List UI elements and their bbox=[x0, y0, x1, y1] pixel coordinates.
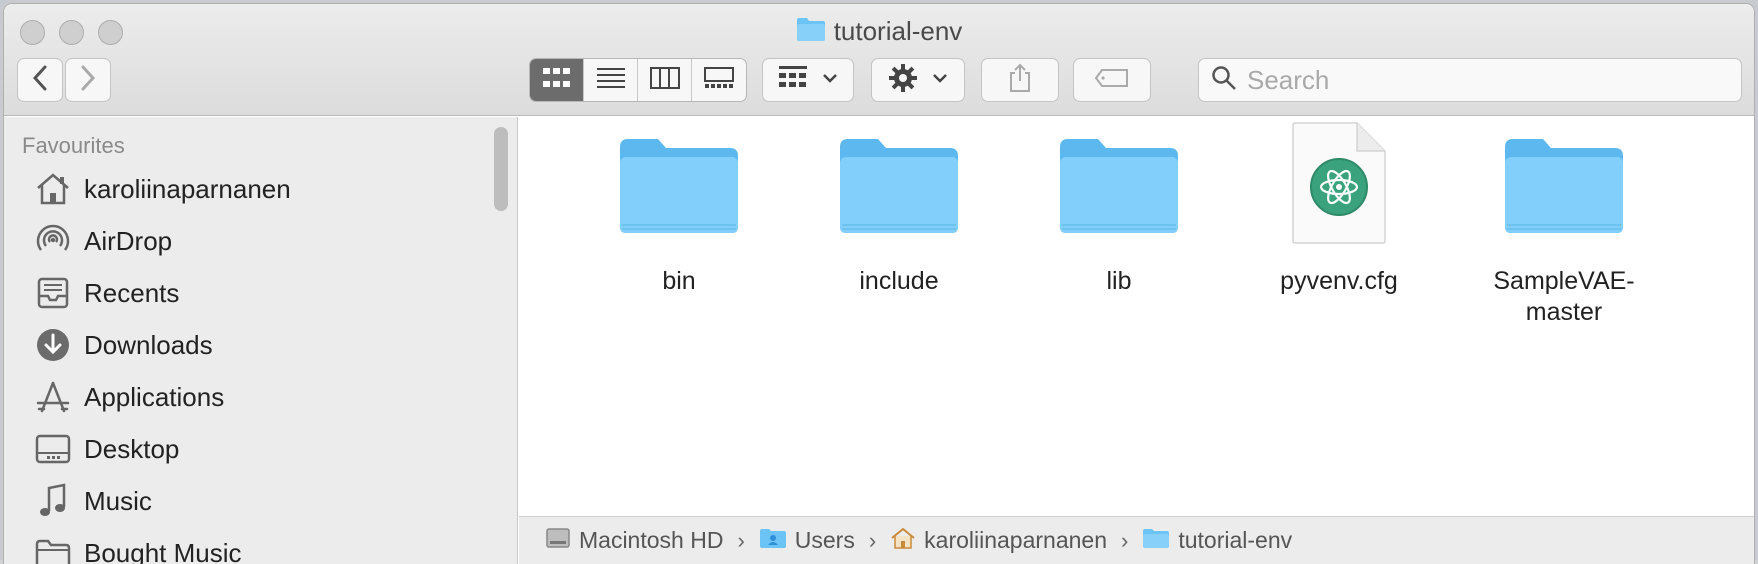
music-icon bbox=[34, 482, 72, 520]
sidebar-item-label: Music bbox=[84, 486, 152, 517]
sidebar-item-label: Recents bbox=[84, 278, 179, 309]
path-crumb-home[interactable]: karoliinaparnanen bbox=[890, 526, 1107, 556]
applications-icon bbox=[34, 378, 72, 416]
recents-icon bbox=[34, 274, 72, 312]
sidebar-item-label: Downloads bbox=[84, 330, 213, 361]
folder-icon bbox=[796, 16, 826, 47]
list-view-button[interactable] bbox=[584, 59, 638, 101]
file-item-name: lib bbox=[1106, 266, 1131, 297]
back-button[interactable] bbox=[17, 58, 63, 102]
share-icon bbox=[1007, 63, 1033, 98]
sidebar-item-label: Desktop bbox=[84, 434, 179, 465]
path-crumb-label: karoliinaparnanen bbox=[924, 527, 1107, 554]
sidebar-item-label: AirDrop bbox=[84, 226, 172, 257]
folder-icon bbox=[618, 135, 740, 240]
path-crumb-tutorial-env[interactable]: tutorial-env bbox=[1142, 527, 1292, 555]
file-item-name: include bbox=[859, 266, 938, 297]
list-icon bbox=[596, 67, 626, 94]
file-item-name: pyvenv.cfg bbox=[1280, 266, 1398, 297]
path-separator-icon: › bbox=[1121, 528, 1128, 554]
path-crumb-label: tutorial-env bbox=[1178, 527, 1292, 554]
chevron-left-icon bbox=[31, 65, 49, 96]
sidebar-item-music[interactable]: Music bbox=[34, 479, 152, 523]
sidebar: Favourites karoliinaparnanen AirDrop Rec… bbox=[4, 117, 518, 564]
finder-window: tutorial-env bbox=[4, 4, 1754, 564]
sidebar-item-label: Bought Music bbox=[84, 538, 242, 564]
window-title-text: tutorial-env bbox=[834, 16, 963, 47]
search-icon bbox=[1211, 65, 1237, 96]
sidebar-item-label: karoliinaparnanen bbox=[84, 174, 291, 205]
path-crumb-label: Users bbox=[795, 527, 855, 554]
sidebar-item-recents[interactable]: Recents bbox=[34, 271, 179, 315]
forward-button[interactable] bbox=[65, 58, 111, 102]
desktop-icon bbox=[34, 430, 72, 468]
window-title: tutorial-env bbox=[4, 16, 1754, 47]
gear-icon bbox=[888, 63, 918, 98]
folder-icon bbox=[1503, 135, 1625, 240]
sidebar-item-label: Applications bbox=[84, 382, 224, 413]
file-item-bin[interactable]: bin bbox=[604, 135, 754, 297]
path-bar: Macintosh HD › Users › karoliinaparnanen… bbox=[519, 516, 1754, 564]
folder-icon bbox=[1142, 527, 1170, 555]
sidebar-item-downloads[interactable]: Downloads bbox=[34, 323, 213, 367]
group-icon bbox=[778, 65, 808, 96]
file-item-name: SampleVAE-master bbox=[1489, 266, 1639, 328]
sidebar-section-favourites: Favourites bbox=[22, 133, 125, 159]
airdrop-icon bbox=[34, 222, 72, 260]
path-crumb-macintosh-hd[interactable]: Macintosh HD bbox=[545, 526, 723, 556]
file-item-include[interactable]: include bbox=[824, 135, 974, 297]
grid-icon bbox=[542, 67, 572, 94]
gallery-view-button[interactable] bbox=[692, 59, 746, 101]
file-item-samplevae-master[interactable]: SampleVAE-master bbox=[1484, 135, 1644, 328]
chevron-right-icon bbox=[79, 65, 97, 96]
hard-drive-icon bbox=[545, 526, 571, 556]
folder-icon bbox=[838, 135, 960, 240]
file-item-pyvenv-cfg[interactable]: pyvenv.cfg bbox=[1264, 121, 1414, 297]
view-mode-selector bbox=[529, 58, 747, 102]
sidebar-item-desktop[interactable]: Desktop bbox=[34, 427, 179, 471]
sidebar-item-home[interactable]: karoliinaparnanen bbox=[34, 167, 291, 211]
chevron-down-icon bbox=[932, 71, 948, 89]
users-folder-icon bbox=[759, 527, 787, 555]
toolbar: tutorial-env bbox=[4, 4, 1754, 116]
path-crumb-label: Macintosh HD bbox=[579, 527, 723, 554]
sidebar-scrollbar[interactable] bbox=[494, 127, 508, 211]
home-icon bbox=[890, 526, 916, 556]
icon-view-button[interactable] bbox=[530, 59, 584, 101]
action-menu-button[interactable] bbox=[871, 58, 965, 102]
sidebar-item-bought-music[interactable]: Bought Music bbox=[34, 531, 242, 564]
file-browser: bin include lib pyvenv.cfg SampleVAE-mas bbox=[519, 117, 1754, 517]
tags-button[interactable] bbox=[1073, 58, 1151, 102]
share-button[interactable] bbox=[981, 58, 1059, 102]
atom-document-icon bbox=[1291, 121, 1387, 250]
path-crumb-users[interactable]: Users bbox=[759, 527, 855, 555]
home-icon bbox=[34, 170, 72, 208]
column-view-button[interactable] bbox=[638, 59, 692, 101]
search-field[interactable] bbox=[1198, 58, 1742, 102]
sidebar-item-applications[interactable]: Applications bbox=[34, 375, 224, 419]
tag-icon bbox=[1094, 68, 1130, 93]
downloads-icon bbox=[34, 326, 72, 364]
gallery-icon bbox=[704, 67, 734, 94]
group-by-button[interactable] bbox=[762, 58, 854, 102]
file-item-lib[interactable]: lib bbox=[1044, 135, 1194, 297]
path-separator-icon: › bbox=[737, 528, 744, 554]
columns-icon bbox=[650, 67, 680, 94]
folder-icon bbox=[1058, 135, 1180, 240]
search-input[interactable] bbox=[1247, 65, 1727, 96]
path-separator-icon: › bbox=[869, 528, 876, 554]
sidebar-item-airdrop[interactable]: AirDrop bbox=[34, 219, 172, 263]
file-item-name: bin bbox=[662, 266, 695, 297]
chevron-down-icon bbox=[822, 71, 838, 89]
